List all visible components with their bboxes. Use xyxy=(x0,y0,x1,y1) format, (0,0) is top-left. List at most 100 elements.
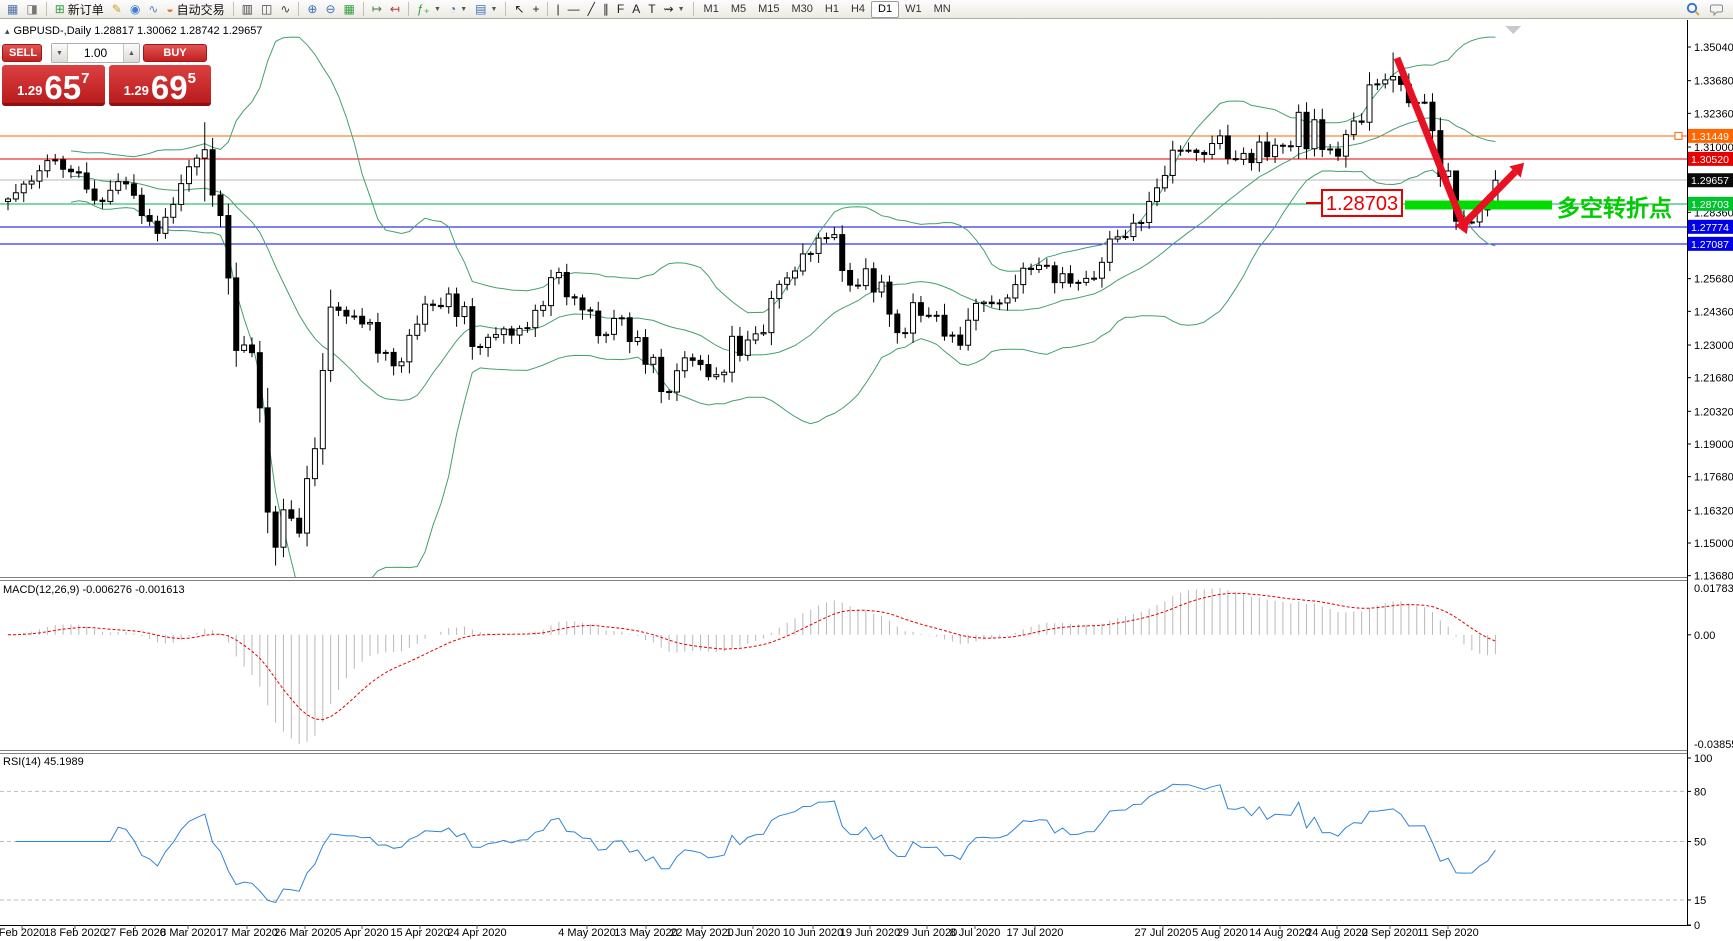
candle xyxy=(509,329,514,335)
candle xyxy=(179,184,184,205)
candle xyxy=(1288,146,1293,147)
candle xyxy=(375,322,380,353)
candle xyxy=(1304,112,1309,148)
sell-price-big: 65 xyxy=(44,73,81,102)
buy-button[interactable]: BUY xyxy=(143,44,207,62)
chart-title: ▴GBPUSD-,Daily 1.28817 1.30062 1.28742 1… xyxy=(5,25,262,37)
date-label: 27 Jul 2020 xyxy=(1135,927,1192,939)
candle xyxy=(462,307,467,317)
candle xyxy=(942,315,947,336)
date-label: 14 Aug 2020 xyxy=(1249,927,1311,939)
rsi-axis-label: 100 xyxy=(1694,753,1712,765)
annotations[interactable]: 1.28703 多空转折点 xyxy=(1306,58,1672,234)
price-callout-text: 1.28703 xyxy=(1326,193,1398,215)
rsi-axis-label: 0 xyxy=(1694,920,1700,932)
candle xyxy=(745,340,750,355)
candle xyxy=(981,302,986,303)
sell-price-box[interactable]: 1.29 65 7 xyxy=(2,65,105,106)
candle xyxy=(328,307,333,370)
candle xyxy=(1257,142,1262,163)
chart-title-text: GBPUSD-,Daily 1.28817 1.30062 1.28742 1.… xyxy=(14,25,263,37)
candle xyxy=(958,335,963,345)
date-label: 24 Aug 2020 xyxy=(1306,927,1368,939)
candle xyxy=(1375,84,1380,85)
candle xyxy=(1249,153,1254,162)
candle xyxy=(879,282,884,292)
chart-shift-marker[interactable] xyxy=(1505,26,1521,34)
candle xyxy=(722,372,727,374)
candle xyxy=(793,271,798,278)
candle xyxy=(226,216,231,278)
date-label: 8 Mar 2020 xyxy=(160,927,216,939)
candle xyxy=(407,335,412,361)
candle xyxy=(1422,102,1427,103)
macd-axis-max: 0.017833 xyxy=(1694,583,1733,595)
candle xyxy=(210,150,215,195)
rsi-axis-label: 15 xyxy=(1694,895,1706,907)
date-label: 11 Sep 2020 xyxy=(1417,927,1479,939)
candle xyxy=(588,310,593,311)
price-tick-label: 1.23000 xyxy=(1694,340,1733,352)
rsi-pane xyxy=(0,784,1687,902)
candle xyxy=(1107,239,1112,262)
date-label: 17 Mar 2020 xyxy=(216,927,278,939)
sell-button[interactable]: SELL xyxy=(2,44,42,62)
candle xyxy=(1233,159,1238,160)
candle xyxy=(698,360,703,364)
candle xyxy=(21,184,26,193)
candle xyxy=(549,278,554,306)
candle xyxy=(1123,237,1128,238)
candle xyxy=(336,307,341,310)
volume-input[interactable] xyxy=(68,44,123,62)
candle xyxy=(525,328,530,329)
candle xyxy=(895,314,900,333)
price-tick-label: 1.24360 xyxy=(1694,306,1733,318)
date-label: 27 Feb 2020 xyxy=(104,927,166,939)
rsi-axis-label: 50 xyxy=(1694,837,1706,849)
price-tick-label: 1.15000 xyxy=(1694,538,1733,550)
candle xyxy=(61,160,66,169)
date-label: 4 May 2020 xyxy=(558,927,615,939)
date-label: Feb 2020 xyxy=(0,927,45,939)
buy-price-base: 1.29 xyxy=(124,83,149,98)
volume-increase-button[interactable]: ▲ xyxy=(123,44,139,62)
candle xyxy=(1296,112,1301,146)
buy-price-box[interactable]: 1.29 69 5 xyxy=(109,65,212,106)
candle xyxy=(966,320,971,345)
candle xyxy=(45,161,50,171)
price-tick-label: 1.20320 xyxy=(1694,406,1733,418)
candle xyxy=(832,235,837,238)
candle xyxy=(667,392,672,393)
price-tick-label: 1.33680 xyxy=(1694,76,1733,88)
candle xyxy=(1005,298,1010,303)
candle xyxy=(486,337,491,347)
candle xyxy=(1343,135,1348,157)
candle xyxy=(273,512,278,547)
candle xyxy=(863,269,868,286)
volume-decrease-button[interactable]: ▼ xyxy=(52,44,68,62)
candle xyxy=(1312,120,1317,149)
candle xyxy=(706,365,711,377)
date-label: 13 May 2020 xyxy=(614,927,678,939)
candle xyxy=(139,195,144,215)
candle xyxy=(1060,274,1065,283)
candle xyxy=(1241,153,1246,159)
hline-handle[interactable] xyxy=(1675,132,1682,139)
time-axis[interactable]: Feb 202018 Feb 202027 Feb 20208 Mar 2020… xyxy=(0,925,1479,939)
candle xyxy=(1430,102,1435,130)
macd-signal-line xyxy=(8,593,1495,719)
price-tick-label: 1.16320 xyxy=(1694,505,1733,517)
candle xyxy=(501,329,506,335)
candle xyxy=(659,357,664,391)
candle xyxy=(682,358,687,371)
candle xyxy=(903,333,908,334)
candle xyxy=(289,510,294,518)
candle xyxy=(1194,150,1199,152)
price-label: 1.30520 xyxy=(1691,154,1729,166)
macd-axis-zero: 0.00 xyxy=(1694,630,1715,642)
down-trend-arrow[interactable] xyxy=(1397,58,1462,222)
candle xyxy=(194,158,199,167)
turning-point-label: 多空转折点 xyxy=(1557,195,1672,221)
candle xyxy=(446,294,451,307)
candle xyxy=(1029,268,1034,269)
